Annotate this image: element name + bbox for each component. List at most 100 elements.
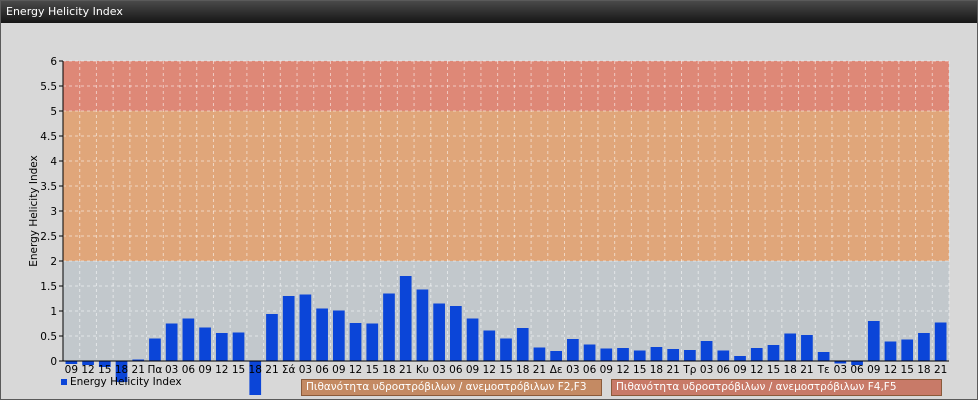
bar (901, 339, 914, 361)
x-tick-label: 21 (265, 364, 278, 376)
chart-svg: 00.511.522.533.544.555.5609 12 15 18 21 Πα 03 0… (28, 56, 950, 395)
x-tick-label: 03 (432, 364, 445, 376)
y-axis-label: Energy Helicity Index (28, 155, 40, 267)
bar (349, 323, 362, 361)
x-tick-label: 09 (332, 364, 345, 376)
bar (750, 348, 763, 361)
y-tick-label: 4.5 (40, 131, 57, 143)
x-tick-label: Δε (550, 364, 563, 376)
bar (633, 350, 646, 361)
x-tick-label: 18 (516, 364, 529, 376)
x-tick-label: 06 (717, 364, 731, 376)
bar (399, 276, 412, 361)
x-tick-label: 06 (315, 364, 329, 376)
legend-series-swatch (61, 379, 67, 385)
bar (182, 318, 195, 361)
bar (801, 335, 813, 361)
x-tick-label: 12 (349, 364, 362, 376)
x-tick-label: 12 (215, 364, 228, 376)
bar (433, 303, 445, 361)
y-tick-label: 3.5 (40, 181, 57, 193)
x-tick-label: 15 (232, 364, 245, 376)
bar (918, 333, 930, 361)
x-tick-label: 18 (784, 364, 797, 376)
y-tick-label: 1.5 (40, 281, 57, 293)
x-tick-label: 03 (834, 364, 847, 376)
y-tick-label: 2 (50, 256, 57, 268)
x-tick-label: 21 (666, 364, 679, 376)
bar (617, 348, 629, 361)
x-tick-label: 09 (65, 364, 78, 376)
x-tick-label: Σά (282, 364, 296, 376)
bar (650, 347, 663, 361)
x-tick-label: 15 (499, 364, 512, 376)
x-tick-label: 18 (115, 364, 128, 376)
bar (332, 310, 345, 361)
legend-series-label: Energy Helicity Index (70, 376, 182, 388)
legend-series-item: Energy Helicity Index (61, 376, 182, 388)
y-tick-label: 1 (50, 306, 57, 318)
x-tick-label: 15 (633, 364, 646, 376)
bar (299, 294, 312, 361)
bar (165, 323, 178, 361)
bar (282, 296, 295, 361)
bar (934, 322, 947, 361)
bar (884, 341, 897, 361)
bar (516, 328, 529, 361)
bar (416, 289, 429, 361)
x-tick-label: 09 (600, 364, 613, 376)
bar (684, 350, 696, 361)
bar (316, 308, 328, 361)
bar (383, 293, 395, 361)
bar (533, 347, 546, 361)
x-tick-label: 15 (767, 364, 780, 376)
x-tick-label: 21 (399, 364, 412, 376)
x-tick-label: 09 (466, 364, 479, 376)
x-tick-label: 03 (700, 364, 713, 376)
bar (149, 338, 161, 361)
x-tick-label: 12 (483, 364, 496, 376)
x-tick-label: Κυ (416, 364, 429, 376)
x-tick-label: 21 (934, 364, 947, 376)
x-tick-label: 18 (249, 364, 262, 376)
x-tick-label: 21 (132, 364, 145, 376)
x-tick-label: 12 (750, 364, 763, 376)
x-tick-label: 18 (650, 364, 663, 376)
bar (266, 314, 278, 361)
bar (700, 341, 713, 361)
x-tick-label: 03 (165, 364, 178, 376)
bar (734, 356, 746, 361)
bar (550, 351, 563, 361)
bar (600, 348, 613, 361)
bar (449, 306, 462, 361)
x-tick-label: 15 (366, 364, 379, 376)
bar (784, 333, 797, 361)
x-tick-label: 06 (850, 364, 864, 376)
x-tick-label: 09 (867, 364, 880, 376)
bar (767, 345, 780, 361)
bar (717, 350, 730, 361)
y-tick-label: 4 (50, 156, 57, 168)
x-tick-label: 09 (198, 364, 211, 376)
x-tick-label: 15 (901, 364, 914, 376)
bar (366, 323, 379, 361)
y-tick-label: 6 (50, 56, 57, 68)
x-tick-label: 21 (800, 364, 813, 376)
x-tick-label: 18 (917, 364, 930, 376)
bar (199, 327, 211, 361)
y-tick-label: 0 (50, 356, 57, 368)
bar (817, 352, 830, 361)
y-tick-label: 0.5 (40, 331, 57, 343)
bar (667, 349, 680, 361)
chart-window: Energy Helicity Index 0 0.5 1 1.5 2 2.5 3 3.5 4 4… (0, 0, 978, 400)
x-tick-label: 12 (81, 364, 94, 376)
bar (215, 333, 228, 361)
x-tick-label: 06 (583, 364, 597, 376)
x-tick-label: Πα (148, 364, 163, 376)
x-tick-label: 09 (733, 364, 746, 376)
legend-zone-f4-f5: Πιθανότητα υδροστρόβιλων / ανεμοστρόβιλω… (611, 379, 942, 396)
y-tick-label: 5.5 (40, 81, 57, 93)
x-tick-label: 18 (382, 364, 395, 376)
x-tick-label: Τε (817, 364, 830, 376)
bar (567, 339, 579, 361)
